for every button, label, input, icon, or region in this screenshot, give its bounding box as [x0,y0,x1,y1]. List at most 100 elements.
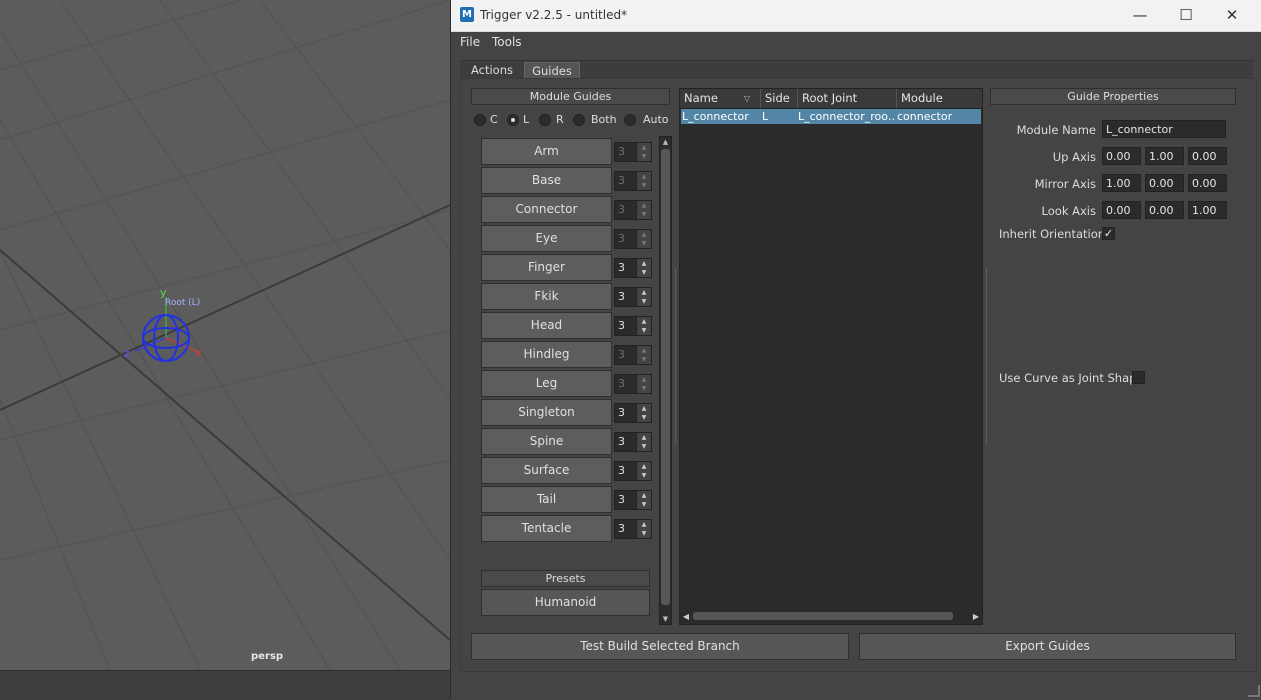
module-count-spinbox[interactable]: 3 ▲ ▼ [614,258,652,278]
module-button[interactable]: Eye [481,225,612,252]
module-button[interactable]: Fkik [481,283,612,310]
module-count-spinbox[interactable]: 3 ▲ ▼ [614,461,652,481]
spin-down-icon[interactable]: ▼ [636,326,651,335]
up-axis-z-field[interactable]: 0.00 [1188,147,1227,165]
splitter-handle[interactable] [986,269,989,444]
module-button[interactable]: Spine [481,428,612,455]
guide-tree[interactable]: Name ▽ Side Root Joint Module L_connecto… [679,88,983,625]
module-button[interactable]: Tentacle [481,515,612,542]
module-count-spinbox[interactable]: 3 ▲ ▼ [614,200,652,220]
module-button[interactable]: Hindleg [481,341,612,368]
spin-down-icon[interactable]: ▼ [636,210,651,219]
spin-up-icon[interactable]: ▲ [636,317,651,326]
minimize-button[interactable]: — [1117,0,1163,31]
close-button[interactable]: ✕ [1209,0,1255,31]
spin-up-icon[interactable]: ▲ [636,259,651,268]
module-button[interactable]: Head [481,312,612,339]
module-button[interactable]: Leg [481,370,612,397]
spin-up-icon[interactable]: ▲ [636,346,651,355]
spin-down-icon[interactable]: ▼ [636,355,651,364]
spin-down-icon[interactable]: ▼ [636,239,651,248]
spin-down-icon[interactable]: ▼ [636,268,651,277]
tree-horizontal-scrollbar[interactable]: ◀ ▶ [681,610,981,623]
spin-down-icon[interactable]: ▼ [636,529,651,538]
module-count-spinbox[interactable]: 3 ▲ ▼ [614,403,652,423]
column-module[interactable]: Module [897,89,982,108]
module-count-spinbox[interactable]: 3 ▲ ▼ [614,229,652,249]
radio-l[interactable] [507,114,519,126]
splitter-handle[interactable] [675,269,678,444]
spin-down-icon[interactable]: ▼ [636,500,651,509]
module-count-spinbox[interactable]: 3 ▲ ▼ [614,345,652,365]
look-axis-z-field[interactable]: 1.00 [1188,201,1227,219]
spin-up-icon[interactable]: ▲ [636,375,651,384]
spin-down-icon[interactable]: ▼ [636,181,651,190]
scroll-up-icon[interactable]: ▲ [660,137,671,147]
module-count-spinbox[interactable]: 3 ▲ ▼ [614,490,652,510]
up-axis-y-field[interactable]: 1.00 [1145,147,1184,165]
module-button[interactable]: Finger [481,254,612,281]
title-bar[interactable]: M Trigger v2.2.5 - untitled* — ☐ ✕ [451,0,1261,32]
look-axis-x-field[interactable]: 0.00 [1102,201,1141,219]
spin-down-icon[interactable]: ▼ [636,471,651,480]
spin-down-icon[interactable]: ▼ [636,152,651,161]
module-button[interactable]: Arm [481,138,612,165]
radio-both[interactable] [573,114,585,126]
export-guides-button[interactable]: Export Guides [859,633,1236,660]
mirror-axis-y-field[interactable]: 0.00 [1145,174,1184,192]
spin-up-icon[interactable]: ▲ [636,404,651,413]
spin-up-icon[interactable]: ▲ [636,201,651,210]
module-list-scrollbar[interactable]: ▲ ▼ [659,136,672,625]
preset-humanoid-button[interactable]: Humanoid [481,589,650,616]
spin-up-icon[interactable]: ▲ [636,520,651,529]
spin-down-icon[interactable]: ▼ [636,442,651,451]
module-count-spinbox[interactable]: 3 ▲ ▼ [614,432,652,452]
mirror-axis-x-field[interactable]: 1.00 [1102,174,1141,192]
resize-grip-icon[interactable] [1248,685,1260,697]
module-count-spinbox[interactable]: 3 ▲ ▼ [614,374,652,394]
module-count-spinbox[interactable]: 3 ▲ ▼ [614,171,652,191]
scroll-down-icon[interactable]: ▼ [660,614,671,624]
radio-c[interactable] [474,114,486,126]
maya-viewport[interactable]: y Root (L) z x persp [0,0,450,670]
spin-up-icon[interactable]: ▲ [636,462,651,471]
maximize-button[interactable]: ☐ [1163,0,1209,31]
look-axis-y-field[interactable]: 0.00 [1145,201,1184,219]
tree-row[interactable]: L_connector L L_connector_roo… connector [681,109,981,124]
module-count-spinbox[interactable]: 3 ▲ ▼ [614,316,652,336]
tab-actions[interactable]: Actions [462,62,522,79]
scroll-right-icon[interactable]: ▶ [971,610,981,623]
column-name[interactable]: Name ▽ [680,89,761,108]
inherit-orientation-checkbox[interactable]: ✓ [1102,227,1115,240]
module-button[interactable]: Singleton [481,399,612,426]
module-count-spinbox[interactable]: 3 ▲ ▼ [614,519,652,539]
use-curve-checkbox[interactable] [1132,371,1145,384]
module-button[interactable]: Tail [481,486,612,513]
column-side[interactable]: Side [761,89,798,108]
module-name-field[interactable]: L_connector [1102,120,1226,138]
spin-up-icon[interactable]: ▲ [636,288,651,297]
menu-tools[interactable]: Tools [492,35,522,49]
spin-down-icon[interactable]: ▼ [636,297,651,306]
radio-auto[interactable] [624,114,636,126]
module-button[interactable]: Base [481,167,612,194]
module-count-spinbox[interactable]: 3 ▲ ▼ [614,142,652,162]
spin-up-icon[interactable]: ▲ [636,433,651,442]
column-root-joint[interactable]: Root Joint [798,89,897,108]
mirror-axis-z-field[interactable]: 0.00 [1188,174,1227,192]
radio-r[interactable] [539,114,551,126]
scrollbar-thumb[interactable] [693,612,953,620]
scroll-left-icon[interactable]: ◀ [681,610,691,623]
spin-up-icon[interactable]: ▲ [636,143,651,152]
module-button[interactable]: Connector [481,196,612,223]
spin-up-icon[interactable]: ▲ [636,491,651,500]
spin-up-icon[interactable]: ▲ [636,230,651,239]
test-build-button[interactable]: Test Build Selected Branch [471,633,849,660]
spin-down-icon[interactable]: ▼ [636,384,651,393]
module-count-spinbox[interactable]: 3 ▲ ▼ [614,287,652,307]
menu-file[interactable]: File [460,35,480,49]
spin-down-icon[interactable]: ▼ [636,413,651,422]
spin-up-icon[interactable]: ▲ [636,172,651,181]
scrollbar-thumb[interactable] [661,149,670,605]
root-guide-icon[interactable]: y Root (L) z x [120,285,210,365]
